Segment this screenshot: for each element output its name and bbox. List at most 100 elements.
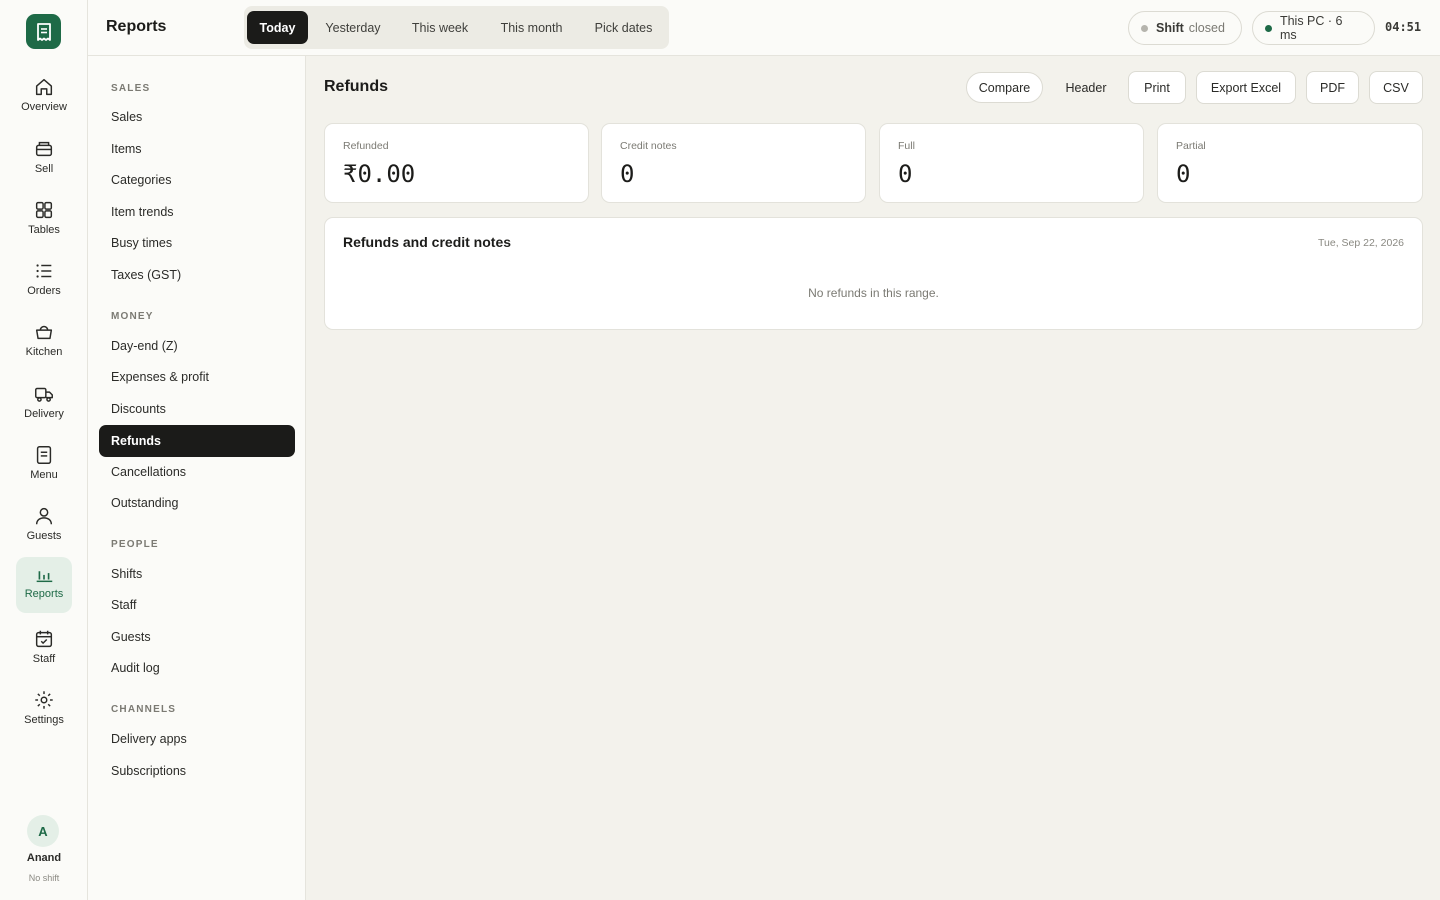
sidebar-item-subscriptions[interactable]: Subscriptions: [99, 755, 295, 787]
home-icon: [35, 78, 53, 96]
sidebar-item-day-end[interactable]: Day-end (Z): [99, 330, 295, 362]
list-icon: [36, 264, 52, 278]
device-label: This PC · 6 ms: [1279, 14, 1343, 42]
menu-doc-icon: [36, 446, 52, 464]
page-section-title: Reports: [106, 18, 167, 35]
rail-label: Settings: [24, 714, 64, 726]
stat-label: Partial: [1176, 140, 1206, 152]
print-button[interactable]: Print: [1128, 71, 1186, 104]
range-this-week[interactable]: This week: [400, 11, 480, 44]
stat-value: 0: [1176, 160, 1191, 188]
sidebar-item-discounts[interactable]: Discounts: [99, 393, 295, 425]
online-dot-icon: [1265, 24, 1272, 32]
csv-button[interactable]: CSV: [1369, 71, 1423, 104]
sidebar-item-refunds[interactable]: Refunds: [99, 425, 295, 457]
rail-label: Orders: [27, 285, 61, 297]
rail-item-sell[interactable]: Sell: [16, 132, 72, 188]
rail-item-staff[interactable]: Staff: [16, 622, 72, 678]
user-name: Anand: [26, 852, 62, 864]
avatar[interactable]: A: [27, 815, 59, 847]
receipt-icon: [36, 22, 51, 41]
rail-label: Overview: [21, 101, 67, 113]
stat-value: 0: [898, 160, 913, 188]
shift-state: closed: [1188, 21, 1225, 35]
section-label-channels: CHANNELS: [111, 704, 177, 715]
range-yesterday[interactable]: Yesterday: [314, 11, 392, 44]
date-range-selector: Today Yesterday This week This month Pic…: [244, 6, 669, 49]
rail-item-overview[interactable]: Overview: [16, 70, 72, 126]
rail-label: Reports: [24, 588, 64, 600]
sidebar-item-items[interactable]: Items: [99, 133, 295, 165]
sidebar-item-item-trends[interactable]: Item trends: [99, 196, 295, 228]
stat-label: Full: [898, 140, 915, 152]
sidebar-item-audit-log[interactable]: Audit log: [99, 652, 295, 684]
stat-card-credit-notes: Credit notes 0: [601, 123, 866, 203]
sidebar-item-categories[interactable]: Categories: [99, 164, 295, 196]
grid-icon: [35, 201, 53, 219]
stat-value: 0: [620, 160, 635, 188]
rail-label: Sell: [34, 163, 54, 175]
rail-label: Kitchen: [25, 346, 63, 358]
section-label-sales: SALES: [111, 83, 151, 94]
rail-label: Guests: [26, 530, 62, 542]
rail-label: Delivery: [24, 408, 64, 420]
export-excel-button[interactable]: Export Excel: [1196, 71, 1296, 104]
rail-item-orders[interactable]: Orders: [16, 254, 72, 310]
sidebar-item-staff[interactable]: Staff: [99, 589, 295, 621]
range-pick-dates[interactable]: Pick dates: [584, 11, 663, 44]
rail-label: Menu: [30, 469, 58, 481]
user-shift-status: No shift: [28, 873, 60, 883]
shift-status-pill[interactable]: Shift closed: [1128, 11, 1242, 45]
sidebar-item-expenses-profit[interactable]: Expenses & profit: [99, 361, 295, 393]
rail-item-kitchen[interactable]: Kitchen: [16, 315, 72, 371]
header-button[interactable]: Header: [1055, 71, 1117, 104]
bar-chart-icon: [36, 571, 53, 583]
panel-date: Tue, Sep 22, 2026: [1317, 237, 1404, 249]
app-logo[interactable]: [26, 14, 61, 49]
rail-item-settings[interactable]: Settings: [16, 683, 72, 739]
stat-label: Refunded: [343, 140, 389, 152]
page-title: Refunds: [324, 78, 388, 95]
truck-icon: [35, 387, 53, 402]
stat-value: ₹0.00: [343, 160, 416, 188]
section-label-money: MONEY: [111, 311, 154, 322]
rail-item-tables[interactable]: Tables: [16, 193, 72, 249]
range-this-month[interactable]: This month: [488, 11, 575, 44]
rail-item-delivery[interactable]: Delivery: [16, 377, 72, 433]
rail-item-guests[interactable]: Guests: [16, 499, 72, 555]
clock: 04:51: [1385, 20, 1422, 34]
calendar-icon: [35, 630, 53, 648]
sidebar-item-busy-times[interactable]: Busy times: [99, 227, 295, 259]
sidebar-item-cancellations[interactable]: Cancellations: [99, 456, 295, 488]
sidebar-item-taxes[interactable]: Taxes (GST): [99, 259, 295, 291]
register-icon: [35, 141, 53, 157]
sidebar-item-sales[interactable]: Sales: [99, 101, 295, 133]
person-icon: [35, 507, 53, 525]
sun-gear-icon: [35, 691, 53, 709]
stat-label: Credit notes: [620, 140, 677, 152]
stat-card-full: Full 0: [879, 123, 1144, 203]
refunds-panel: Refunds and credit notes Tue, Sep 22, 20…: [324, 217, 1423, 330]
rail-item-reports[interactable]: Reports: [16, 557, 72, 613]
rail-label: Tables: [28, 224, 60, 236]
rail-item-menu[interactable]: Menu: [16, 438, 72, 494]
range-today[interactable]: Today: [247, 11, 308, 44]
stat-card-refunded: Refunded ₹0.00: [324, 123, 589, 203]
panel-title: Refunds and credit notes: [343, 234, 512, 250]
pdf-button[interactable]: PDF: [1306, 71, 1359, 104]
section-label-people: PEOPLE: [111, 539, 159, 550]
basket-icon: [35, 325, 53, 340]
stat-card-partial: Partial 0: [1157, 123, 1423, 203]
sidebar-item-shifts[interactable]: Shifts: [99, 558, 295, 590]
empty-state-message: No refunds in this range.: [808, 286, 939, 300]
sidebar-item-delivery-apps[interactable]: Delivery apps: [99, 723, 295, 755]
reports-sidebar: SALES Sales Items Categories Item trends…: [88, 56, 306, 900]
app-rail: Overview Sell Tables Orders Kitchen Deli…: [0, 0, 88, 900]
sidebar-item-outstanding[interactable]: Outstanding: [99, 487, 295, 519]
sidebar-item-guests[interactable]: Guests: [99, 621, 295, 653]
shift-label: Shift: [1156, 21, 1184, 35]
compare-button[interactable]: Compare: [966, 72, 1043, 103]
status-dot-icon: [1141, 24, 1148, 32]
rail-label: Staff: [32, 653, 56, 665]
device-status-pill[interactable]: This PC · 6 ms: [1252, 11, 1375, 45]
